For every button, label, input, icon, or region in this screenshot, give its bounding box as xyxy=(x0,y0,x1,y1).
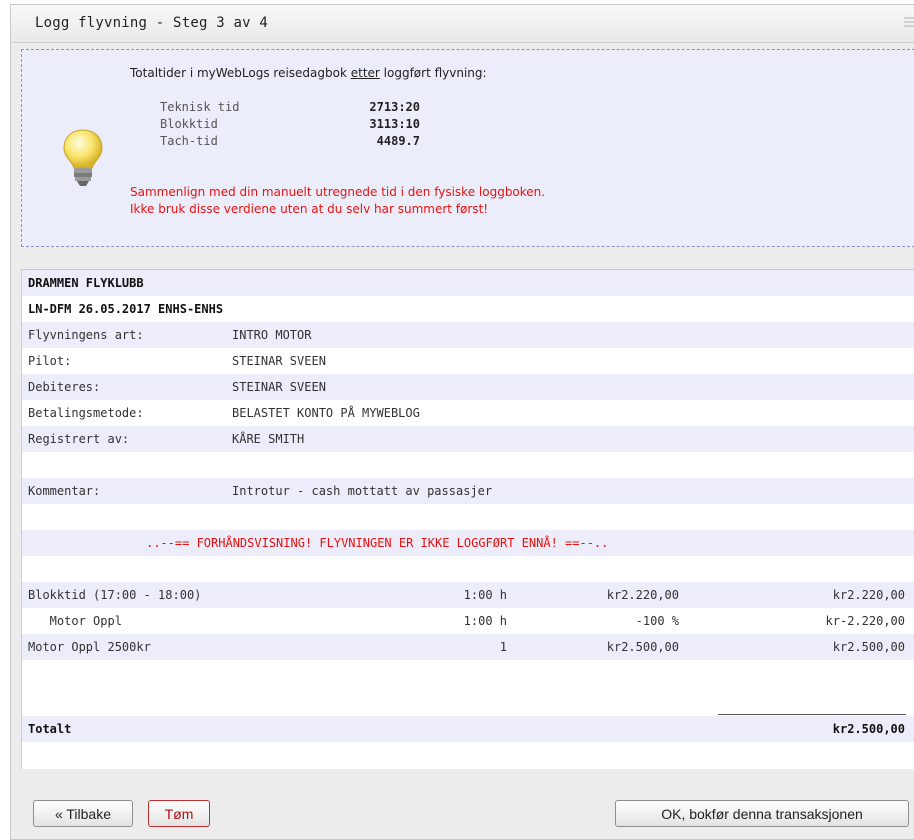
line-amount: kr-2.220,00 xyxy=(825,614,905,628)
resize-grip-icon[interactable] xyxy=(904,17,914,29)
field-label: Debiteres: xyxy=(28,380,101,394)
line-item-row: Motor Oppl 2500kr 1 kr2.500,00 kr2.500,0… xyxy=(22,634,914,660)
confirm-booking-button[interactable]: OK, bokfør denna transaksjonen xyxy=(615,800,909,827)
club-name: DRAMMEN FLYKLUBB xyxy=(28,276,144,290)
total-amount: kr2.500,00 xyxy=(832,722,905,736)
total-divider xyxy=(718,714,906,715)
totals-list: Teknisk tid 2713:20 Blokktid 3113:10 Tach-… xyxy=(160,100,420,151)
receipt-row-empty xyxy=(22,660,914,686)
receipt-row: DRAMMEN FLYKLUBB xyxy=(22,270,914,296)
line-item-row: Motor Oppl 1:00 h -100 % kr-2.220,00 xyxy=(22,608,914,634)
total-value: 3113:10 xyxy=(369,117,420,131)
field-value: INTRO MOTOR xyxy=(232,328,312,342)
flight-summary: LN-DFM 26.05.2017 ENHS-ENHS xyxy=(28,302,224,316)
receipt-row: Betalingsmetode: BELASTET KONTO PÅ MYWEBL… xyxy=(22,400,914,426)
line-description: Blokktid (17:00 - 18:00) xyxy=(28,588,202,602)
warning-line: Sammenlign med din manuelt utregnede tid… xyxy=(130,185,546,199)
total-label: Teknisk tid xyxy=(160,100,240,114)
field-label: Flyvningens art: xyxy=(28,328,144,342)
title-bar: Logg flyvning - Steg 3 av 4 xyxy=(11,5,914,43)
field-label: Pilot: xyxy=(28,354,72,368)
line-amount: kr2.500,00 xyxy=(832,640,905,654)
receipt-row: ..--== FORHÅNDSVISNING! FLYVNINGEN ER IK… xyxy=(22,530,914,556)
window-title: Logg flyvning - Steg 3 av 4 xyxy=(35,15,268,31)
total-row: Tach-tid 4489.7 xyxy=(160,134,420,151)
receipt-panel: DRAMMEN FLYKLUBB LN-DFM 26.05.2017 ENHS-… xyxy=(21,269,914,769)
receipt-row-empty xyxy=(22,686,914,712)
dialog-window: Logg flyvning - Steg 3 av 4 Totaltider i… xyxy=(10,4,914,840)
total-row: Totalt kr2.500,00 xyxy=(22,716,914,742)
receipt-row: Debiteres: STEINAR SVEEN xyxy=(22,374,914,400)
field-value: STEINAR SVEEN xyxy=(232,380,326,394)
info-heading: Totaltider i myWebLogs reisedagbok etter… xyxy=(130,66,487,80)
field-value: BELASTET KONTO PÅ MYWEBLOG xyxy=(232,406,420,420)
receipt-row: Pilot: STEINAR SVEEN xyxy=(22,348,914,374)
warning-text: Sammenlign med din manuelt utregnede tid… xyxy=(130,184,545,218)
field-value: STEINAR SVEEN xyxy=(232,354,326,368)
total-row: Teknisk tid 2713:20 xyxy=(160,100,420,117)
line-quantity: 1:00 h xyxy=(463,614,507,628)
receipt-row: LN-DFM 26.05.2017 ENHS-ENHS xyxy=(22,296,914,322)
line-amount: kr2.220,00 xyxy=(832,588,905,602)
comment-label: Kommentar: xyxy=(28,484,101,498)
receipt-row-empty xyxy=(22,556,914,582)
back-button[interactable]: « Tilbake xyxy=(33,800,133,827)
receipt-row-empty xyxy=(22,504,914,530)
warning-line: Ikke bruk disse verdiene uten at du selv… xyxy=(130,202,489,216)
receipt-row: Flyvningens art: INTRO MOTOR xyxy=(22,322,914,348)
comment-value: Introtur - cash mottatt av passasjer xyxy=(232,484,493,498)
field-label: Registrert av: xyxy=(28,432,130,446)
field-value: KÅRE SMITH xyxy=(232,432,305,446)
total-label: Tach-tid xyxy=(160,134,218,148)
totals-info-box: Totaltider i myWebLogs reisedagbok etter… xyxy=(21,49,914,247)
receipt-row: Kommentar: Introtur - cash mottatt av pas… xyxy=(22,478,914,504)
total-row: Blokktid 3113:10 xyxy=(160,117,420,134)
line-price: kr2.220,00 xyxy=(606,588,679,602)
line-quantity: 1:00 h xyxy=(463,588,507,602)
info-heading-text: Totaltider i myWebLogs reisedagbok xyxy=(130,66,351,80)
total-label: Totalt xyxy=(28,722,72,736)
line-quantity: 1 xyxy=(499,640,507,654)
receipt-row-empty xyxy=(22,452,914,478)
line-price: kr2.500,00 xyxy=(606,640,679,654)
total-value: 2713:20 xyxy=(369,100,420,114)
info-heading-text-end: loggført flyvning: xyxy=(379,66,487,80)
line-item-row: Blokktid (17:00 - 18:00) 1:00 h kr2.220,… xyxy=(22,582,914,608)
total-value: 4489.7 xyxy=(376,134,420,148)
lightbulb-icon xyxy=(63,129,103,186)
field-label: Betalingsmetode: xyxy=(28,406,144,420)
line-description: Motor Oppl xyxy=(28,614,122,628)
total-label: Blokktid xyxy=(160,117,218,131)
line-description: Motor Oppl 2500kr xyxy=(28,640,151,654)
clear-button[interactable]: Tøm xyxy=(148,800,210,827)
info-heading-underlined: etter xyxy=(350,66,380,80)
line-price: -100 % xyxy=(635,614,679,628)
receipt-row: Registrert av: KÅRE SMITH xyxy=(22,426,914,452)
preview-notice: ..--== FORHÅNDSVISNING! FLYVNINGEN ER IK… xyxy=(146,536,609,550)
